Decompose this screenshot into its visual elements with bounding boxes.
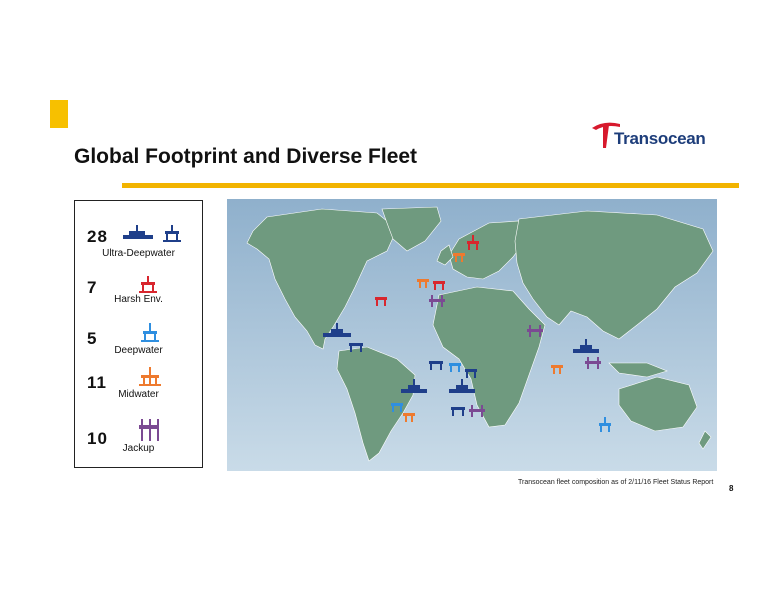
legend-label: Ultra-Deepwater	[102, 248, 175, 259]
legend-count: 28	[87, 227, 108, 246]
page-number: 8	[729, 484, 734, 493]
legend-label: Jackup	[122, 443, 155, 454]
footnote: Transocean fleet composition as of 2/11/…	[518, 479, 714, 486]
jackup-rig-icon	[139, 419, 159, 441]
page-title: Global Footprint and Diverse Fleet	[74, 145, 418, 168]
harsh-environment-rig-icon	[139, 276, 157, 293]
legend-item-harsh-environment: 7 Harsh Env.	[75, 276, 202, 326]
deepwater-rig-icon	[141, 323, 159, 342]
logo-text: Transocean	[614, 129, 706, 148]
legend-label: Midwater	[118, 389, 159, 400]
legend-item-ultra-deepwater: 28 Ultra-Deepwater	[75, 225, 202, 275]
legend-item-midwater: 11 Midwater	[75, 367, 202, 421]
legend-label: Deepwater	[114, 345, 163, 356]
accent-tab	[50, 100, 68, 128]
drillship-and-semisub-icon	[123, 225, 181, 242]
legend-label: Harsh Env.	[114, 294, 163, 305]
fleet-legend: 28 Ultra-Deepwater 7 Harsh Env. 5 Deepwa…	[74, 200, 203, 468]
midwater-rig-icon	[139, 367, 161, 386]
legend-item-jackup: 10 Jackup	[75, 419, 202, 477]
title-underline	[122, 183, 739, 188]
world-map	[227, 199, 717, 471]
